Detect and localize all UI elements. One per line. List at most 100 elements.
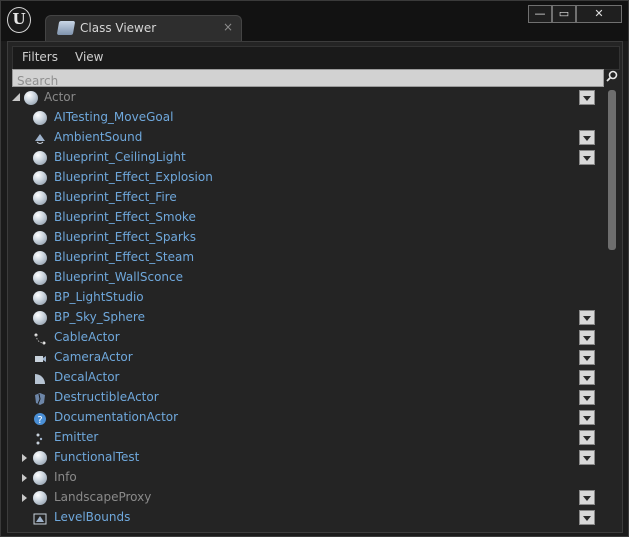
sphere-icon xyxy=(33,451,47,465)
search-box xyxy=(12,69,604,89)
sphere-icon xyxy=(33,111,47,125)
sphere-icon xyxy=(33,251,47,265)
class-viewer-icon xyxy=(56,21,76,35)
help-icon: ? xyxy=(33,411,47,426)
row-dropdown-button[interactable] xyxy=(579,490,595,505)
close-button[interactable]: ✕ xyxy=(576,5,622,23)
tree-row[interactable]: LevelBounds xyxy=(8,508,598,528)
sphere-icon xyxy=(33,191,47,205)
tree-row-label: BP_LightStudio xyxy=(54,290,144,304)
row-dropdown-button[interactable] xyxy=(579,510,595,525)
tree-row-label: Info xyxy=(54,470,77,484)
tree-row-label: Blueprint_WallSconce xyxy=(54,270,184,284)
maximize-button[interactable]: ▭ xyxy=(552,5,576,23)
camera-icon xyxy=(33,351,47,365)
row-dropdown-button[interactable] xyxy=(579,90,595,105)
minimize-button[interactable]: — xyxy=(528,5,552,23)
tree-row-label: FunctionalTest xyxy=(54,450,140,464)
tree-row-label: LandscapeProxy xyxy=(54,490,152,504)
menu-view[interactable]: View xyxy=(75,50,103,64)
tree-row[interactable]: AmbientSound xyxy=(8,128,598,148)
row-dropdown-button[interactable] xyxy=(579,150,595,165)
row-dropdown-button[interactable] xyxy=(579,410,595,425)
tree-row[interactable]: Emitter xyxy=(8,428,598,448)
sphere-icon xyxy=(33,151,47,165)
tree-row[interactable]: Info xyxy=(8,468,598,488)
row-dropdown-button[interactable] xyxy=(579,430,595,445)
sphere-icon xyxy=(33,471,47,485)
tree-row-label: Blueprint_Effect_Sparks xyxy=(54,230,197,244)
tree-row[interactable]: Blueprint_WallSconce xyxy=(8,268,598,288)
sphere-icon xyxy=(33,271,47,285)
unreal-logo-icon: U xyxy=(7,7,31,33)
class-viewer-window: U Class Viewer × — ▭ ✕ Filters View Acto… xyxy=(0,0,629,537)
tree-row-label: Emitter xyxy=(54,430,99,444)
sphere-icon xyxy=(33,171,47,185)
level-bounds-icon xyxy=(33,511,47,525)
search-input[interactable] xyxy=(13,73,601,89)
sphere-icon xyxy=(33,291,47,305)
tree-row[interactable]: Blueprint_Effect_Smoke xyxy=(8,208,598,228)
tab-title: Class Viewer xyxy=(80,21,157,35)
tree-row[interactable]: CableActor xyxy=(8,328,598,348)
emitter-icon xyxy=(33,431,47,445)
collapsed-arrow-icon[interactable] xyxy=(22,494,27,502)
sphere-icon xyxy=(33,211,47,225)
tree-row[interactable]: DecalActor xyxy=(8,368,598,388)
title-bar: U Class Viewer × — ▭ ✕ xyxy=(1,1,628,42)
tree-row-label: CameraActor xyxy=(54,350,133,364)
tree-row-label: Blueprint_Effect_Explosion xyxy=(54,170,213,184)
sphere-icon xyxy=(24,91,38,105)
sound-icon xyxy=(33,131,47,145)
tree-row-label: AITesting_MoveGoal xyxy=(54,110,174,124)
class-tree: Actor AITesting_MoveGoal AmbientSound Bluep… xyxy=(8,88,622,528)
tree-row[interactable]: BP_Sky_Sphere xyxy=(8,308,598,328)
menu-bar: Filters View xyxy=(12,46,620,70)
tree-row-label: CableActor xyxy=(54,330,120,344)
sphere-icon xyxy=(33,231,47,245)
row-dropdown-button[interactable] xyxy=(579,370,595,385)
row-dropdown-button[interactable] xyxy=(579,450,595,465)
tree-row[interactable]: Actor xyxy=(8,88,598,108)
tree-row-label: Blueprint_Effect_Fire xyxy=(54,190,177,204)
search-icon[interactable] xyxy=(606,70,618,82)
tree-row[interactable]: Blueprint_Effect_Fire xyxy=(8,188,598,208)
tree-row[interactable]: BP_LightStudio xyxy=(8,288,598,308)
tree-row[interactable]: Blueprint_Effect_Sparks xyxy=(8,228,598,248)
tree-row-label: Blueprint_Effect_Smoke xyxy=(54,210,196,224)
sphere-icon xyxy=(33,491,47,505)
class-viewer-panel: Filters View Actor AITesting_MoveGoal Ambi… xyxy=(7,41,623,533)
tree-row-label: Blueprint_CeilingLight xyxy=(54,150,186,164)
destructible-icon xyxy=(33,391,47,405)
row-dropdown-button[interactable] xyxy=(579,390,595,405)
tree-row[interactable]: Blueprint_Effect_Explosion xyxy=(8,168,598,188)
tree-row[interactable]: LandscapeProxy xyxy=(8,488,598,508)
tree-row[interactable]: Blueprint_Effect_Steam xyxy=(8,248,598,268)
tree-row-label: DecalActor xyxy=(54,370,120,384)
menu-filters[interactable]: Filters xyxy=(22,50,58,64)
svg-text:?: ? xyxy=(37,415,42,426)
tree-row[interactable]: ? DocumentationActor xyxy=(8,408,598,428)
tree-row-label: AmbientSound xyxy=(54,130,143,144)
tree-row-label: DocumentationActor xyxy=(54,410,179,424)
collapsed-arrow-icon[interactable] xyxy=(22,474,27,482)
tree-row[interactable]: CameraActor xyxy=(8,348,598,368)
row-dropdown-button[interactable] xyxy=(579,330,595,345)
tree-row[interactable]: Blueprint_CeilingLight xyxy=(8,148,598,168)
tab-class-viewer[interactable]: Class Viewer × xyxy=(45,15,242,42)
tree-row[interactable]: AITesting_MoveGoal xyxy=(8,108,598,128)
tree-row[interactable]: FunctionalTest xyxy=(8,448,598,468)
tree-row-label: Actor xyxy=(44,90,76,104)
collapsed-arrow-icon[interactable] xyxy=(22,454,27,462)
tree-row[interactable]: DestructibleActor xyxy=(8,388,598,408)
tree-row-label: LevelBounds xyxy=(54,510,131,524)
tree-row-label: DestructibleActor xyxy=(54,390,159,404)
sphere-icon xyxy=(33,311,47,325)
scrollbar-thumb[interactable] xyxy=(608,90,616,250)
expanded-arrow-icon[interactable] xyxy=(12,93,20,101)
tab-close-icon[interactable]: × xyxy=(223,20,233,34)
row-dropdown-button[interactable] xyxy=(579,350,595,365)
row-dropdown-button[interactable] xyxy=(579,130,595,145)
tree-row-label: BP_Sky_Sphere xyxy=(54,310,145,324)
row-dropdown-button[interactable] xyxy=(579,310,595,325)
